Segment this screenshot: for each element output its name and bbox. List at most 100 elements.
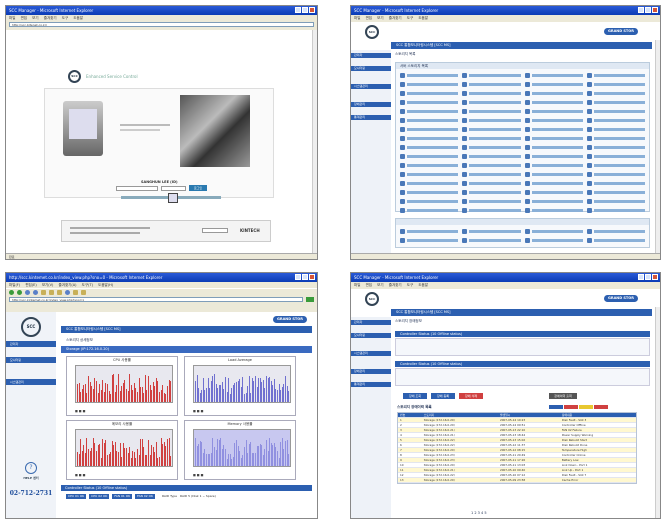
storage-item[interactable] xyxy=(524,198,583,205)
address-input[interactable]: http://scc.kintemet.co.kr/index_view.php… xyxy=(9,297,303,302)
print-icon[interactable] xyxy=(81,290,86,295)
menu-favorites[interactable]: 즐겨찾기 xyxy=(389,283,402,287)
menu-edit[interactable]: 편집 xyxy=(366,283,372,287)
storage-link[interactable] xyxy=(469,92,521,95)
sidebar-item[interactable] xyxy=(6,347,56,353)
storage-link[interactable] xyxy=(593,146,645,149)
storage-item[interactable] xyxy=(462,228,521,235)
storage-link[interactable] xyxy=(531,83,583,86)
storage-link[interactable] xyxy=(593,173,645,176)
storage-link[interactable] xyxy=(469,209,521,212)
storage-item[interactable] xyxy=(400,228,459,235)
close-button[interactable] xyxy=(309,7,315,13)
storage-link[interactable] xyxy=(531,92,583,95)
storage-link[interactable] xyxy=(407,74,459,77)
storage-link[interactable] xyxy=(469,164,521,167)
storage-link[interactable] xyxy=(593,182,645,185)
storage-item[interactable] xyxy=(400,99,459,106)
storage-item[interactable] xyxy=(586,135,645,142)
storage-link[interactable] xyxy=(593,230,645,233)
storage-link[interactable] xyxy=(469,173,521,176)
storage-link[interactable] xyxy=(407,200,459,203)
storage-link[interactable] xyxy=(407,155,459,158)
maximize-button[interactable] xyxy=(645,274,651,280)
storage-item[interactable] xyxy=(586,126,645,133)
storage-link[interactable] xyxy=(469,101,521,104)
menu-edit[interactable]: 편집 xyxy=(21,16,27,20)
storage-link[interactable] xyxy=(531,173,583,176)
vertical-scrollbar[interactable] xyxy=(655,289,660,518)
storage-link[interactable] xyxy=(469,200,521,203)
sidebar-item[interactable] xyxy=(351,76,391,81)
storage-item[interactable] xyxy=(462,72,521,79)
menu-view[interactable]: 보기(V) xyxy=(42,283,54,287)
storage-item[interactable] xyxy=(586,99,645,106)
storage-link[interactable] xyxy=(407,182,459,185)
storage-link[interactable] xyxy=(407,209,459,212)
menu-help[interactable]: 도움말 xyxy=(418,283,428,287)
storage-item[interactable] xyxy=(586,81,645,88)
sidebar-item[interactable] xyxy=(6,369,56,375)
sidebar-item[interactable] xyxy=(351,125,391,130)
storage-item[interactable] xyxy=(586,198,645,205)
storage-link[interactable] xyxy=(531,182,583,185)
storage-item[interactable] xyxy=(462,162,521,169)
storage-link[interactable] xyxy=(593,92,645,95)
scc-logo[interactable]: SCC xyxy=(21,317,41,337)
storage-item[interactable] xyxy=(524,108,583,115)
vertical-scrollbar[interactable] xyxy=(655,22,660,253)
home-icon[interactable] xyxy=(41,290,46,295)
storage-item[interactable] xyxy=(586,144,645,151)
table-row[interactable]: 13 Storage (172.16.0.20) 2007-05-09 23:58 C… xyxy=(398,478,636,483)
storage-link[interactable] xyxy=(531,101,583,104)
storage-item[interactable] xyxy=(462,207,521,214)
storage-item[interactable] xyxy=(462,180,521,187)
refresh-icon[interactable] xyxy=(33,290,38,295)
storage-item[interactable] xyxy=(524,117,583,124)
storage-link[interactable] xyxy=(407,239,459,242)
menu-view[interactable]: 보기 xyxy=(32,16,38,20)
storage-link[interactable] xyxy=(407,137,459,140)
favorites-icon[interactable] xyxy=(57,290,62,295)
storage-link[interactable] xyxy=(407,191,459,194)
storage-item[interactable] xyxy=(524,228,583,235)
storage-link[interactable] xyxy=(593,128,645,131)
close-button[interactable] xyxy=(309,274,315,280)
password-input[interactable] xyxy=(161,186,186,191)
storage-link[interactable] xyxy=(593,164,645,167)
menu-file[interactable]: 파일 xyxy=(354,283,360,287)
menu-tools[interactable]: 도구 xyxy=(407,283,413,287)
storage-item[interactable] xyxy=(400,144,459,151)
minimize-button[interactable] xyxy=(295,7,301,13)
storage-item[interactable] xyxy=(586,237,645,244)
storage-link[interactable] xyxy=(531,209,583,212)
storage-link[interactable] xyxy=(469,137,521,140)
storage-item[interactable] xyxy=(400,162,459,169)
storage-item[interactable] xyxy=(462,171,521,178)
menu-tools[interactable]: 도구 xyxy=(407,16,413,20)
menu-favorites[interactable]: 즐겨찾기 xyxy=(44,16,57,20)
storage-item[interactable] xyxy=(586,171,645,178)
close-button[interactable] xyxy=(652,274,658,280)
storage-link[interactable] xyxy=(593,239,645,242)
sidebar-item[interactable] xyxy=(351,107,391,112)
storage-link[interactable] xyxy=(469,110,521,113)
storage-item[interactable] xyxy=(586,108,645,115)
storage-link[interactable] xyxy=(531,200,583,203)
storage-link[interactable] xyxy=(593,137,645,140)
fault-search-button[interactable]: 장애 조회 xyxy=(403,393,427,399)
storage-item[interactable] xyxy=(524,81,583,88)
storage-item[interactable] xyxy=(524,189,583,196)
pagination[interactable]: 1 2 3 4 5 xyxy=(471,511,487,515)
storage-link[interactable] xyxy=(531,110,583,113)
storage-item[interactable] xyxy=(586,117,645,124)
storage-item[interactable] xyxy=(524,171,583,178)
storage-item[interactable] xyxy=(400,171,459,178)
storage-item[interactable] xyxy=(462,153,521,160)
storage-link[interactable] xyxy=(531,137,583,140)
storage-item[interactable] xyxy=(586,189,645,196)
storage-item[interactable] xyxy=(400,117,459,124)
menu-favorites[interactable]: 즐겨찾기(A) xyxy=(59,283,77,287)
storage-item[interactable] xyxy=(400,153,459,160)
storage-item[interactable] xyxy=(462,81,521,88)
